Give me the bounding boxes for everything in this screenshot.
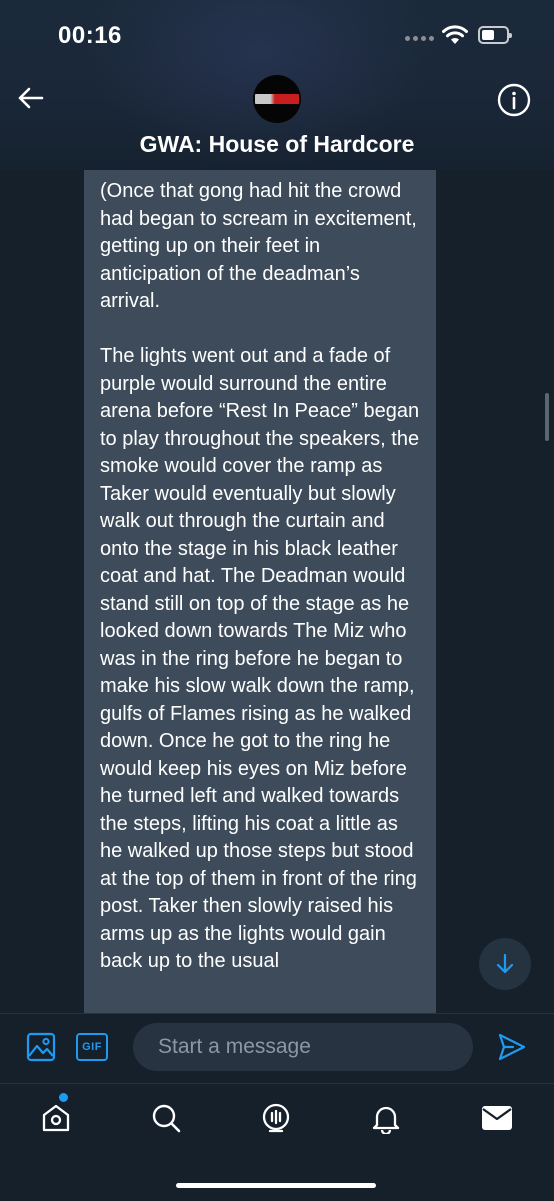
info-icon — [497, 83, 531, 117]
back-button[interactable] — [12, 80, 48, 116]
gif-button[interactable]: GIF — [76, 1033, 108, 1061]
tab-messages[interactable] — [479, 1100, 515, 1136]
scroll-to-bottom-button[interactable] — [479, 938, 531, 990]
spaces-icon — [262, 1103, 290, 1133]
info-button[interactable] — [494, 80, 534, 120]
send-button[interactable] — [497, 1032, 527, 1067]
tab-home[interactable] — [38, 1100, 74, 1136]
message-list[interactable]: (Once that gong had hit the crowd had be… — [0, 170, 554, 1013]
home-indicator[interactable] — [176, 1183, 376, 1188]
status-bar: 00:16 — [0, 0, 554, 72]
arrow-left-icon — [18, 87, 44, 109]
message-paragraph: (Once that gong had hit the crowd had be… — [100, 180, 417, 312]
add-media-button[interactable] — [26, 1032, 56, 1067]
group-avatar[interactable] — [253, 75, 301, 123]
wifi-icon — [441, 25, 469, 50]
send-icon — [498, 1033, 526, 1061]
message-input[interactable]: Start a message — [133, 1023, 473, 1071]
status-time: 00:16 — [58, 22, 122, 49]
arrow-down-icon — [496, 953, 514, 974]
messages-icon — [482, 1106, 512, 1130]
conversation-title: GWA: House of Hardcore — [0, 131, 554, 158]
message-input-placeholder: Start a message — [158, 1035, 311, 1058]
battery-icon — [478, 26, 512, 44]
message-bubble[interactable]: (Once that gong had hit the crowd had be… — [84, 170, 436, 1013]
search-icon — [152, 1104, 181, 1133]
home-icon — [42, 1104, 70, 1132]
cellular-signal-icon — [405, 36, 434, 41]
home-notification-dot — [59, 1093, 68, 1102]
image-icon — [26, 1032, 56, 1062]
message-paragraph: The lights went out and a fade of purple… — [100, 345, 420, 972]
gif-label: GIF — [82, 1041, 102, 1053]
notifications-icon — [372, 1106, 400, 1134]
tab-notifications[interactable] — [368, 1100, 404, 1136]
tab-search[interactable] — [148, 1100, 184, 1136]
tab-spaces[interactable] — [258, 1100, 294, 1136]
group-logo — [255, 94, 299, 104]
scrollbar[interactable] — [545, 393, 549, 441]
conversation-title-text: GWA: House of Hardcore — [139, 131, 415, 157]
